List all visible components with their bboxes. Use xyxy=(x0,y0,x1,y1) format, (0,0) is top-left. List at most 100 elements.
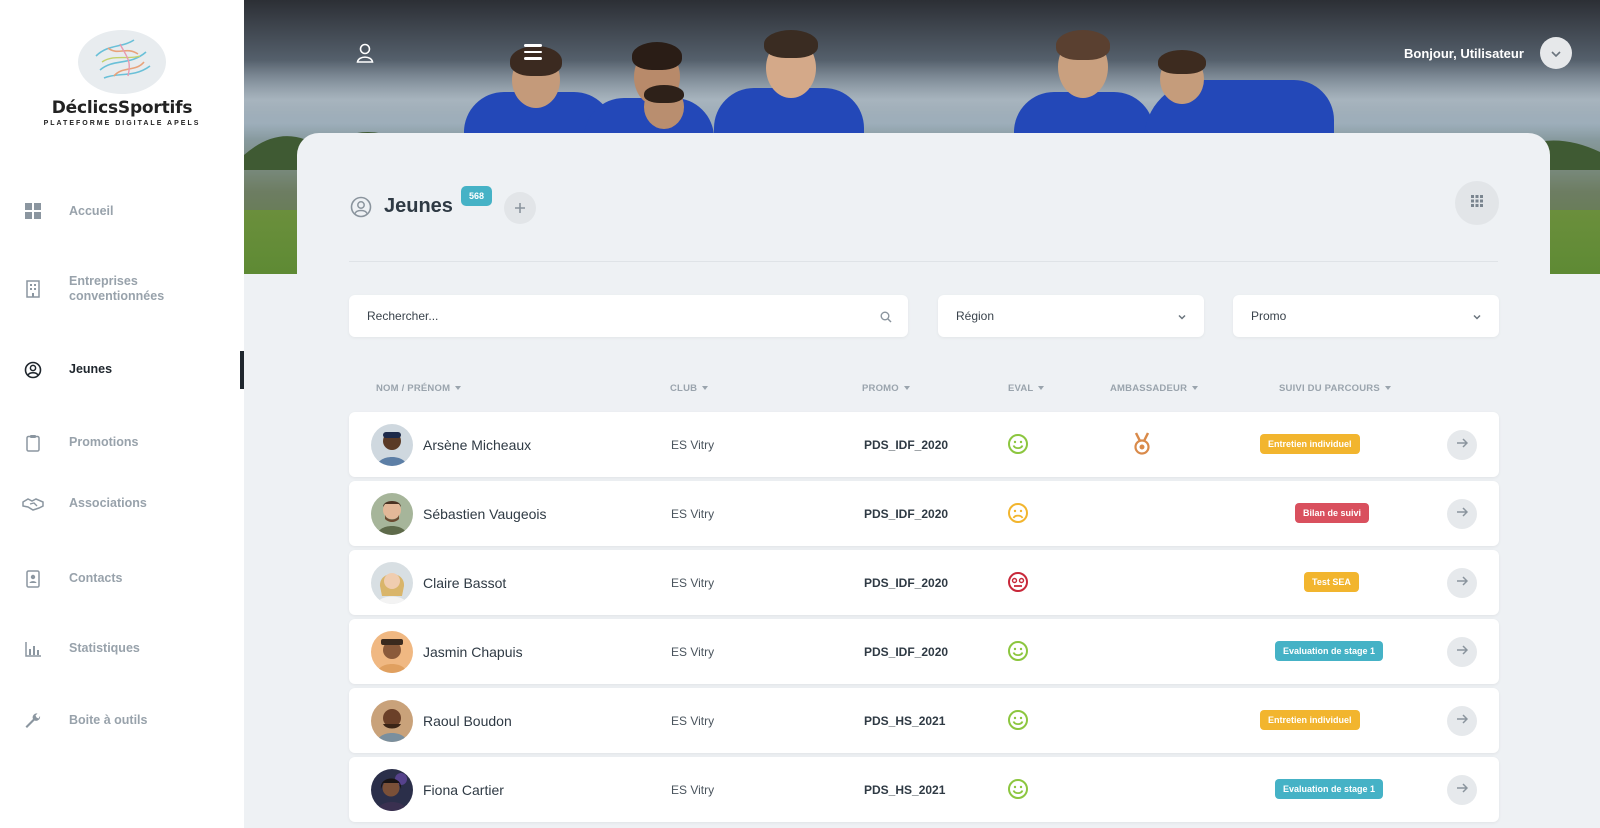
region-select[interactable]: Région xyxy=(938,295,1204,337)
wrench-icon xyxy=(24,712,42,730)
chevron-down-icon xyxy=(1551,44,1561,62)
region-select-label: Région xyxy=(956,309,995,323)
avatar xyxy=(371,700,413,742)
avatar xyxy=(371,493,413,535)
happy-face-icon xyxy=(1007,640,1029,662)
table-row[interactable]: Jasmin Chapuis ES Vitry PDS_IDF_2020 Eva… xyxy=(349,619,1499,684)
user-circle-icon xyxy=(24,361,42,379)
user-menu-button[interactable] xyxy=(1540,37,1572,69)
building-icon xyxy=(24,280,42,298)
sort-caret-icon xyxy=(1038,386,1045,391)
arrow-right-icon xyxy=(1456,643,1469,661)
sidebar-item-jeunes[interactable]: Jeunes xyxy=(0,351,244,389)
open-row-button[interactable] xyxy=(1447,568,1477,598)
search-icon[interactable] xyxy=(880,310,892,323)
status-badge: Entretien individuel xyxy=(1260,434,1360,454)
ambassador-medal-icon xyxy=(1132,432,1152,456)
column-header-ambassadeur[interactable]: AMBASSADEUR xyxy=(1110,383,1199,394)
column-header-suivi[interactable]: SUIVI DU PARCOURS xyxy=(1279,383,1391,394)
brand-name: DéclicsSportifs xyxy=(51,98,193,118)
table-row[interactable]: Fiona Cartier ES Vitry PDS_HS_2021 Evalu… xyxy=(349,757,1499,822)
sidebar-item-entreprises[interactable]: Entreprises conventionnées xyxy=(0,272,244,306)
row-club: ES Vitry xyxy=(671,783,715,797)
contact-card-icon xyxy=(24,570,42,588)
dashboard-icon xyxy=(24,202,42,220)
sidebar-item-statistiques[interactable]: Statistiques xyxy=(0,637,244,661)
row-club: ES Vitry xyxy=(671,645,715,659)
row-club: ES Vitry xyxy=(671,507,715,521)
sidebar-item-label: Entreprises conventionnées xyxy=(69,274,165,303)
status-badge: Entretien individuel xyxy=(1260,710,1360,730)
happy-face-icon xyxy=(1007,433,1029,455)
sidebar-item-accueil[interactable]: Accueil xyxy=(0,198,244,224)
clipboard-icon xyxy=(24,434,42,452)
sidebar-item-label: Statistiques xyxy=(69,641,140,655)
row-club: ES Vitry xyxy=(671,714,715,728)
status-badge: Evaluation de stage 1 xyxy=(1275,779,1384,799)
sidebar-item-label: Contacts xyxy=(69,571,123,585)
brand-logo[interactable]: DéclicsSportifs PLATEFORME DIGITALE APEL… xyxy=(0,26,244,127)
open-row-button[interactable] xyxy=(1447,706,1477,736)
sidebar-item-contacts[interactable]: Contacts xyxy=(0,567,244,591)
row-name: Raoul Boudon xyxy=(423,713,512,729)
column-header-label: CLUB xyxy=(670,383,698,394)
row-name: Claire Bassot xyxy=(423,575,507,591)
chevron-down-icon xyxy=(1176,310,1188,322)
menu-toggle-button[interactable] xyxy=(524,44,542,60)
sidebar-item-label: Jeunes xyxy=(69,362,113,376)
row-promo: PDS_HS_2021 xyxy=(864,714,946,728)
sort-caret-icon xyxy=(903,386,910,391)
chevron-down-icon xyxy=(1471,310,1483,322)
row-promo: PDS_HS_2021 xyxy=(864,783,946,797)
avatar xyxy=(371,424,413,466)
column-header-label: PROMO xyxy=(862,383,899,394)
profile-icon[interactable] xyxy=(355,42,375,64)
row-promo: PDS_IDF_2020 xyxy=(864,507,949,521)
open-row-button[interactable] xyxy=(1447,430,1477,460)
row-promo: PDS_IDF_2020 xyxy=(864,438,949,452)
column-header-club[interactable]: CLUB xyxy=(670,383,709,394)
sidebar-item-boite-a-outils[interactable]: Boite à outils xyxy=(0,709,244,733)
sidebar-item-promotions[interactable]: Promotions xyxy=(0,431,244,455)
avatar xyxy=(371,769,413,811)
status-badge: Bilan de suivi xyxy=(1295,503,1370,523)
logo-runners-icon xyxy=(74,26,170,98)
search-box xyxy=(349,295,908,337)
grid-icon xyxy=(1471,194,1483,212)
column-header-promo[interactable]: PROMO xyxy=(862,383,910,394)
bar-chart-icon xyxy=(24,640,42,658)
page-title: Jeunes xyxy=(384,195,453,217)
row-club: ES Vitry xyxy=(671,576,715,590)
add-jeune-button[interactable] xyxy=(504,192,536,224)
sort-caret-icon xyxy=(455,386,462,391)
table-row[interactable]: Arsène Micheaux ES Vitry PDS_IDF_2020 En… xyxy=(349,412,1499,477)
grid-view-button[interactable] xyxy=(1455,181,1499,225)
table-row[interactable]: Sébastien Vaugeois ES Vitry PDS_IDF_2020… xyxy=(349,481,1499,546)
open-row-button[interactable] xyxy=(1447,637,1477,667)
promo-select[interactable]: Promo xyxy=(1233,295,1499,337)
column-header-label: NOM / PRÉNOM xyxy=(376,383,451,394)
sad-face-icon xyxy=(1007,502,1029,524)
sidebar-item-label: Promotions xyxy=(69,435,139,449)
table-row[interactable]: Claire Bassot ES Vitry PDS_IDF_2020 Test… xyxy=(349,550,1499,615)
row-name: Fiona Cartier xyxy=(423,782,504,798)
sidebar-item-associations[interactable]: Associations xyxy=(0,492,244,516)
promo-select-label: Promo xyxy=(1251,309,1287,323)
column-header-nom[interactable]: NOM / PRÉNOM xyxy=(376,383,462,394)
plus-icon xyxy=(514,197,526,220)
angry-face-icon xyxy=(1007,571,1029,593)
sort-caret-icon xyxy=(702,386,709,391)
table-row[interactable]: Raoul Boudon ES Vitry PDS_HS_2021 Entret… xyxy=(349,688,1499,753)
row-name: Jasmin Chapuis xyxy=(423,644,523,660)
column-header-label: SUIVI DU PARCOURS xyxy=(1279,383,1380,394)
open-row-button[interactable] xyxy=(1447,499,1477,529)
count-badge: 568 xyxy=(461,186,492,206)
column-header-eval[interactable]: EVAL xyxy=(1008,383,1045,394)
search-input[interactable] xyxy=(349,295,853,337)
status-badge: Test SEA xyxy=(1304,572,1359,592)
sidebar-item-label: Accueil xyxy=(69,204,114,218)
arrow-right-icon xyxy=(1456,712,1469,730)
open-row-button[interactable] xyxy=(1447,775,1477,805)
row-club: ES Vitry xyxy=(671,438,715,452)
status-badge: Evaluation de stage 1 xyxy=(1275,641,1384,661)
